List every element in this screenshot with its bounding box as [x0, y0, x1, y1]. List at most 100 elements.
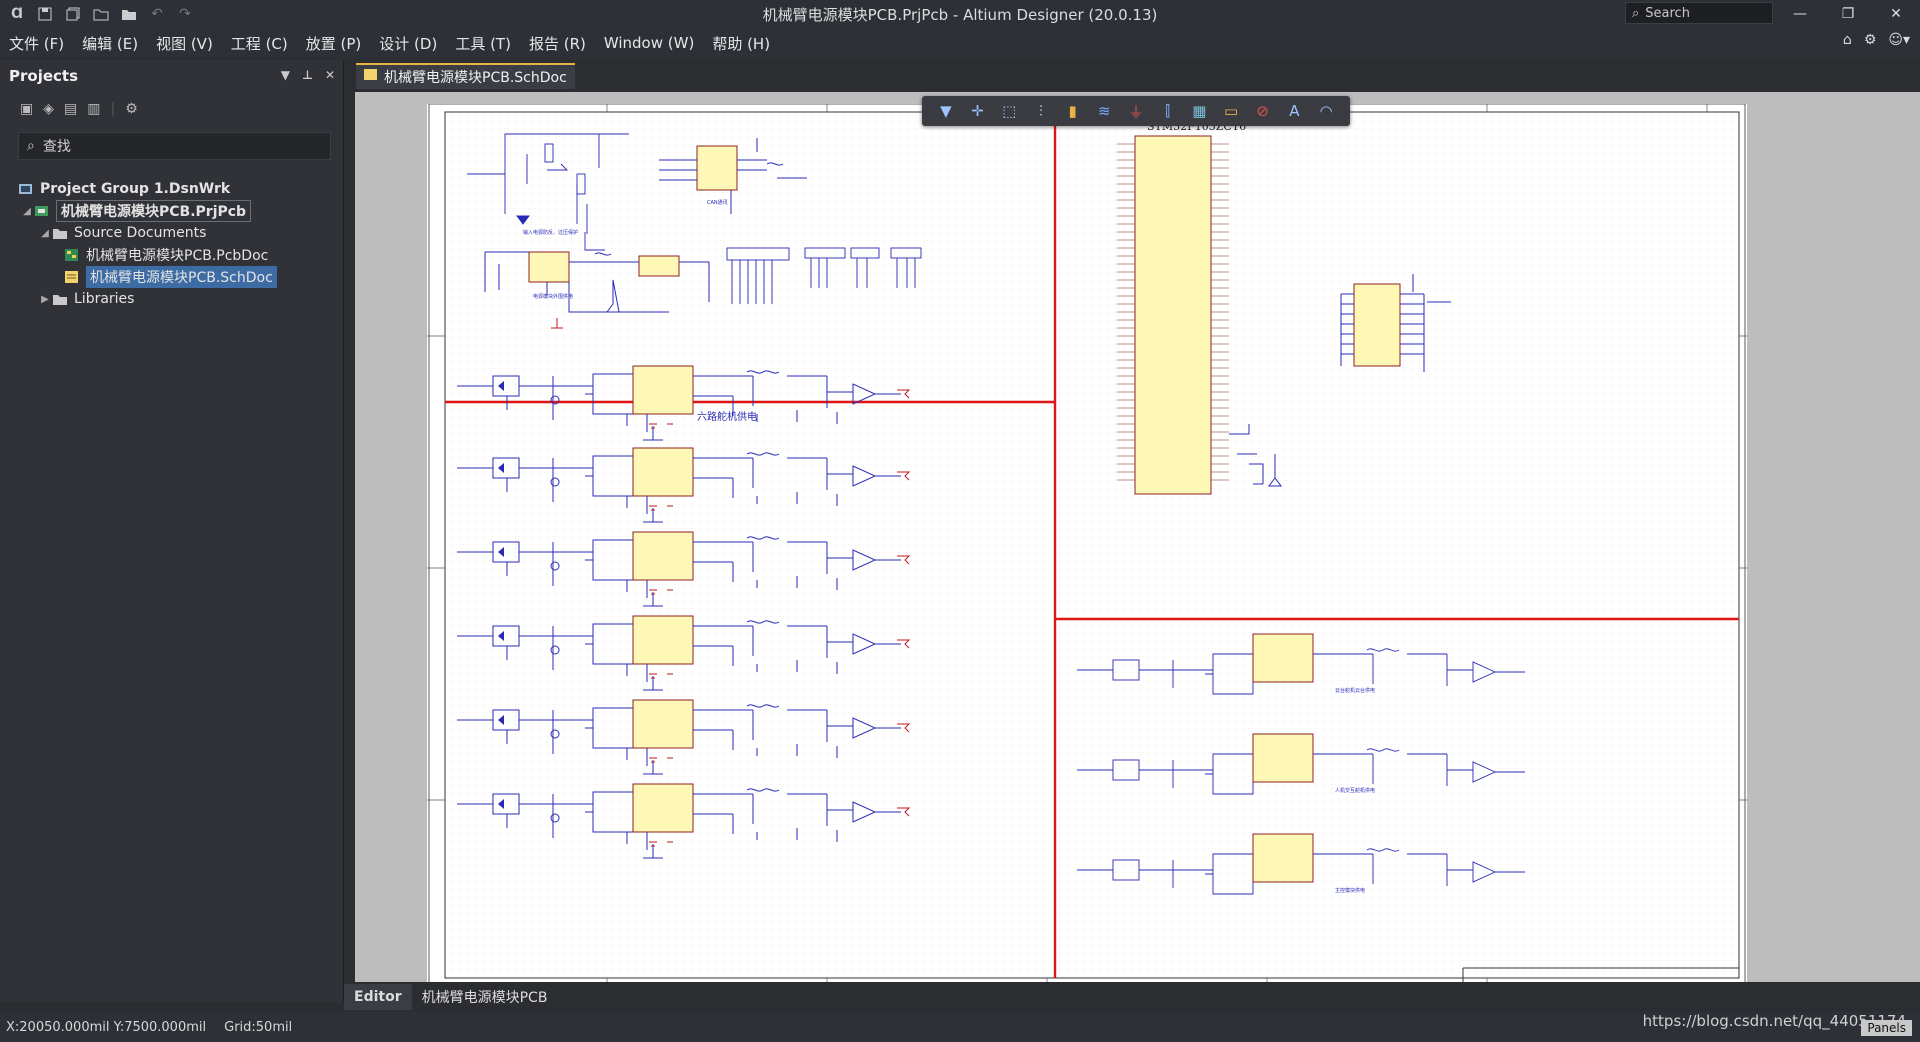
home-icon[interactable]: ⌂	[1843, 32, 1852, 48]
servo-section-title: 六路舵机供电	[697, 410, 757, 423]
schematic-sheet[interactable]: STM32F103ZCT6 六路舵机供电 输入电源防反、过压保护 CAN通讯 电…	[427, 104, 1747, 982]
quick-access-toolbar: Ɑ ↶ ↷	[0, 3, 196, 25]
cursor-coordinates: X:20050.000mil Y:7500.000mil	[6, 1019, 207, 1035]
tab-schematic-document[interactable]: 机械臂电源模块PCB.SchDoc	[356, 63, 575, 89]
text-icon[interactable]: A	[1279, 99, 1311, 123]
tree-label: 机械臂电源模块PCB.PrjPcb	[56, 200, 252, 222]
altium-logo-icon[interactable]: Ɑ	[6, 3, 28, 25]
grid-size: Grid:50mil	[224, 1019, 293, 1035]
user-icon[interactable]: ☺▾	[1888, 32, 1910, 48]
minimize-icon[interactable]: —	[1776, 0, 1824, 28]
open-project-icon[interactable]	[118, 3, 140, 25]
save-project-icon[interactable]: ▣	[20, 101, 33, 117]
harness-icon[interactable]: ⫿	[1152, 99, 1184, 123]
projects-panel-header: Projects ▼ ⊥ ✕	[0, 60, 343, 92]
main-caption: 主控模块供电	[1335, 887, 1365, 894]
menu-project[interactable]: 工程 (C)	[222, 33, 297, 54]
tab-project-pcb[interactable]: 机械臂电源模块PCB	[412, 984, 558, 1010]
tab-label: 机械臂电源模块PCB.SchDoc	[384, 70, 567, 86]
can-caption: CAN通讯	[707, 199, 728, 206]
gimbal-caption: 云台舵机云台供电	[1335, 687, 1375, 694]
menu-help[interactable]: 帮助 (H)	[703, 33, 779, 54]
project-search-input[interactable]: ⌕ 查找	[18, 132, 331, 160]
tree-libraries[interactable]: ▶ Libraries	[0, 288, 343, 310]
tree-label: 机械臂电源模块PCB.SchDoc	[86, 266, 277, 288]
tree-sch-doc[interactable]: 机械臂电源模块PCB.SchDoc	[0, 266, 343, 288]
collapse-icon[interactable]: ◢	[38, 228, 52, 239]
power-module-caption: 电源模块外围供电	[533, 293, 573, 300]
document-tab-bar	[344, 60, 1920, 90]
tree-pcb-doc[interactable]: 机械臂电源模块PCB.PcbDoc	[0, 244, 343, 266]
menu-edit[interactable]: 编辑 (E)	[73, 33, 147, 54]
align-icon[interactable]: ⫶	[1025, 99, 1057, 123]
select-icon[interactable]: ⬚	[993, 99, 1025, 123]
schematic-document-icon	[364, 69, 378, 85]
active-bar-toolbar: ▼ ✛ ⬚ ⫶ ▮ ≋ ⏚ ⫿ ▦ ▭ ⊘ A ◠	[922, 96, 1350, 126]
save-icon[interactable]	[34, 3, 56, 25]
projects-panel: Projects ▼ ⊥ ✕ ▣ ◈ ▤ ▥ | ⚙ ⌕ 查找 Project …	[0, 60, 344, 1002]
search-placeholder: Search	[1645, 5, 1690, 21]
projects-panel-title: Projects	[9, 67, 79, 85]
menu-view[interactable]: 视图 (V)	[147, 33, 222, 54]
tree-source-documents[interactable]: ◢ Source Documents	[0, 222, 343, 244]
projects-panel-toolbar: ▣ ◈ ▤ ▥ | ⚙	[20, 101, 138, 117]
title-bar: Ɑ ↶ ↷ 机械臂电源模块PCB.PrjPcb - Altium Designe…	[0, 0, 1920, 28]
open-project-icon[interactable]: ▤	[64, 101, 77, 117]
pin-icon[interactable]: ⊥	[302, 68, 313, 82]
menu-file[interactable]: 文件 (F)	[0, 33, 73, 54]
collapse-icon[interactable]: ◢	[20, 206, 34, 217]
open-folder-icon[interactable]	[90, 3, 112, 25]
menu-window[interactable]: Window (W)	[595, 34, 703, 52]
search-icon: ⌕	[1632, 5, 1640, 21]
open-group-icon[interactable]: ▥	[87, 101, 100, 117]
menu-bar: 文件 (F) 编辑 (E) 视图 (V) 工程 (C) 放置 (P) 设计 (D…	[0, 28, 1920, 58]
bus-icon[interactable]: ≋	[1088, 99, 1120, 123]
editor-bottom-tabs: Editor 机械臂电源模块PCB	[344, 984, 1920, 1010]
window-controls: — ❐ ✕	[1776, 0, 1920, 28]
pcb-project-icon	[34, 204, 52, 218]
panel-close-icon[interactable]: ✕	[325, 68, 335, 82]
panel-settings-icon[interactable]: ⚙	[125, 101, 138, 117]
workspace-icon	[18, 182, 36, 196]
directive-icon[interactable]: ⊘	[1247, 99, 1279, 123]
head-caption: 人机交互舵机供电	[1335, 787, 1375, 794]
panels-button[interactable]: Panels	[1861, 1020, 1912, 1036]
compile-icon[interactable]: ◈	[43, 101, 54, 117]
search-icon: ⌕	[27, 138, 35, 154]
status-bar: X:20050.000mil Y:7500.000mil Grid:50mil	[0, 1012, 1920, 1042]
tree-label: 机械臂电源模块PCB.PcbDoc	[86, 248, 269, 264]
project-tree: Project Group 1.DsnWrk ◢ 机械臂电源模块PCB.PrjP…	[0, 178, 343, 310]
tree-label: Source Documents	[74, 225, 207, 241]
menu-place[interactable]: 放置 (P)	[297, 33, 371, 54]
save-all-icon[interactable]	[62, 3, 84, 25]
schematic-drawing: STM32F103ZCT6 六路舵机供电 输入电源防反、过压保护 CAN通讯 电…	[427, 104, 1747, 982]
tree-project[interactable]: ◢ 机械臂电源模块PCB.PrjPcb	[0, 200, 343, 222]
port-icon[interactable]: ▭	[1215, 99, 1247, 123]
menu-design[interactable]: 设计 (D)	[370, 33, 446, 54]
menu-right-icons: ⌂ ⚙ ☺▾	[1843, 32, 1910, 48]
folder-icon	[52, 226, 70, 240]
menu-reports[interactable]: 报告 (R)	[520, 33, 595, 54]
gnd-power-port-icon[interactable]: ⏚	[1120, 99, 1152, 123]
undo-icon[interactable]: ↶	[146, 3, 168, 25]
menu-tools[interactable]: 工具 (T)	[446, 33, 520, 54]
sheet-symbol-icon[interactable]: ▦	[1184, 99, 1216, 123]
restore-icon[interactable]: ❐	[1824, 0, 1872, 28]
schematic-document-icon	[64, 270, 82, 284]
tree-label: Project Group 1.DsnWrk	[40, 181, 231, 197]
redo-icon[interactable]: ↷	[174, 3, 196, 25]
move-icon[interactable]: ✛	[962, 99, 994, 123]
tree-label: Libraries	[74, 291, 135, 307]
close-icon[interactable]: ✕	[1872, 0, 1920, 28]
gear-icon[interactable]: ⚙	[1864, 32, 1877, 48]
global-search-input[interactable]: ⌕ Search	[1625, 2, 1773, 24]
pcb-document-icon	[64, 248, 82, 262]
schematic-canvas[interactable]: STM32F103ZCT6 六路舵机供电 输入电源防反、过压保护 CAN通讯 电…	[355, 92, 1920, 982]
tab-editor[interactable]: Editor	[344, 984, 412, 1010]
expand-icon[interactable]: ▶	[38, 294, 52, 305]
arc-icon[interactable]: ◠	[1310, 99, 1342, 123]
filter-icon[interactable]: ▼	[930, 99, 962, 123]
panel-menu-icon[interactable]: ▼	[281, 68, 290, 82]
tree-project-group[interactable]: Project Group 1.DsnWrk	[0, 178, 343, 200]
wire-icon[interactable]: ▮	[1057, 99, 1089, 123]
